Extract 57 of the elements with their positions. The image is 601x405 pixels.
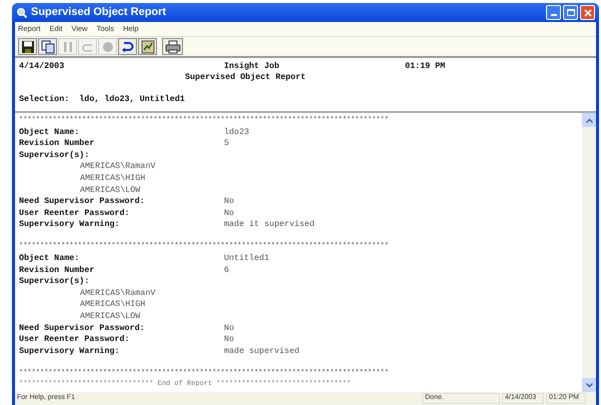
chart-icon <box>140 40 154 54</box>
scroll-down-button[interactable] <box>582 378 596 392</box>
selection-label: Selection: <box>19 95 70 104</box>
toolbar-button[interactable] <box>162 38 183 55</box>
field-value: No <box>224 324 234 332</box>
supervisor-name: AMERICAS\HIGH <box>80 300 146 309</box>
field-label: Supervisory Warning: <box>19 220 121 229</box>
supervisor-name: AMERICAS\HIGH <box>80 174 146 182</box>
field-value: No <box>224 335 234 344</box>
app-icon <box>16 6 28 18</box>
toolbar-button[interactable] <box>138 38 157 55</box>
toolbar-button[interactable] <box>38 38 57 55</box>
minimize-icon <box>550 14 556 16</box>
scrollbar[interactable] <box>582 113 596 392</box>
report-title: Supervised Object Report <box>185 73 306 82</box>
scroll-up-button[interactable] <box>582 113 596 127</box>
field-label: Revision Number <box>19 139 96 148</box>
field-label: Revision Number <box>19 266 96 274</box>
minimize-button[interactable] <box>546 5 561 20</box>
report-date: 4/14/2003 <box>19 62 66 71</box>
circle-icon <box>100 40 114 54</box>
report-time: 01:19 PM <box>405 62 446 71</box>
copy-icon <box>40 40 54 54</box>
field-label: Supervisor(s): <box>19 150 90 160</box>
toolbar-button[interactable] <box>18 38 37 55</box>
printer-icon <box>164 40 180 54</box>
field-label: User Reenter Password: <box>19 208 131 218</box>
supervisor-name: AMERICAS\LOW <box>80 312 140 320</box>
field-value: Untitled1 <box>224 254 270 262</box>
field-value: ldo23 <box>224 128 250 136</box>
close-icon <box>584 8 592 16</box>
field-label: Supervisory Warning: <box>19 346 121 356</box>
selection-value: ldo, ldo23, Untitled1 <box>79 95 185 104</box>
field-value: made supervised <box>224 346 300 356</box>
supervisor-name: AMERICAS\RamanV <box>80 288 156 298</box>
chevron-down-icon <box>586 382 592 388</box>
field-label: Object Name: <box>19 128 80 136</box>
maximize-icon <box>566 9 574 16</box>
field-value: made it supervised <box>224 220 314 229</box>
supervisor-name: AMERICAS\LOW <box>80 186 140 194</box>
refresh-icon <box>120 40 134 54</box>
field-value: 6 <box>224 266 230 274</box>
job-name: Insight Job <box>224 62 280 71</box>
field-label: User Reenter Password: <box>19 335 131 344</box>
field-label: Need Supervisor Password: <box>19 324 146 332</box>
field-value: 5 <box>224 139 230 148</box>
field-label: Supervisor(s): <box>19 277 90 286</box>
close-button[interactable] <box>580 5 595 20</box>
field-label: Object Name: <box>19 254 80 262</box>
chevron-up-icon <box>586 118 592 122</box>
field-label: Need Supervisor Password: <box>19 197 146 206</box>
maximize-button[interactable] <box>563 5 578 20</box>
field-value: No <box>224 197 234 206</box>
supervisor-name: AMERICAS\RamanV <box>80 162 156 171</box>
window-title: Supervised Object Report <box>31 5 166 20</box>
toolbar-button[interactable] <box>118 38 137 55</box>
field-value: No <box>224 208 234 218</box>
